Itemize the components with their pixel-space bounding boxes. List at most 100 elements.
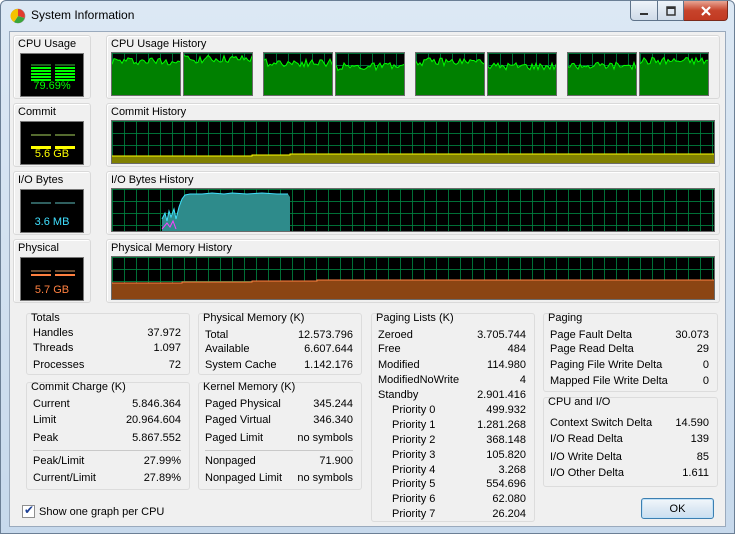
system-cache-value: 1.142.176 bbox=[304, 359, 353, 371]
physical-panel: Physical 5.7 GB bbox=[13, 239, 91, 303]
standby-label: Standby bbox=[378, 389, 419, 401]
minimize-icon bbox=[640, 12, 648, 15]
io-write-delta-label: I/O Write Delta bbox=[550, 451, 622, 463]
priority-2-label: Priority 2 bbox=[392, 434, 436, 446]
paging-row: Page Fault Delta 30.073 bbox=[544, 329, 717, 344]
cpu-meter-led bbox=[31, 67, 51, 69]
free-label: Free bbox=[378, 343, 401, 355]
cpu-usage-value: 79.69% bbox=[33, 80, 71, 92]
physical-meter: 5.7 GB bbox=[20, 257, 84, 301]
peak-limit-label: Peak/Limit bbox=[33, 455, 85, 467]
checkmark-icon: ✔ bbox=[24, 503, 35, 517]
nonpaged-label: Nonpaged bbox=[205, 455, 256, 467]
cpu-io-row: I/O Write Delta 85 bbox=[544, 451, 717, 466]
cpu-io-row: I/O Other Delta 1.611 bbox=[544, 467, 717, 482]
priority-1-value: 1.281.268 bbox=[477, 419, 526, 431]
commit-history-graph bbox=[111, 120, 715, 164]
paging-file-write-delta-value: 0 bbox=[702, 359, 709, 371]
current-limit-label: Current/Limit bbox=[33, 472, 96, 484]
priority-4-value: 3.268 bbox=[498, 464, 526, 476]
show-one-graph-per-cpu-checkbox[interactable]: ✔ bbox=[22, 503, 35, 518]
cpu-history-graph bbox=[415, 52, 485, 96]
cpu-meter-led bbox=[31, 73, 51, 75]
paging-title: Paging bbox=[548, 312, 583, 324]
context-switch-delta-label: Context Switch Delta bbox=[550, 417, 653, 429]
show-one-graph-per-cpu-label[interactable]: Show one graph per CPU bbox=[39, 506, 164, 518]
io-other-delta-label: I/O Other Delta bbox=[550, 467, 624, 479]
physical-memory-row: System Cache 1.142.176 bbox=[199, 359, 361, 374]
current-value: 5.846.364 bbox=[132, 398, 181, 410]
available-value: 6.607.644 bbox=[304, 343, 353, 355]
close-button[interactable] bbox=[684, 1, 728, 21]
commit-charge-separator bbox=[33, 450, 181, 451]
paging-lists-row: Modified 114.980 bbox=[372, 359, 534, 374]
priority-6-label: Priority 6 bbox=[392, 493, 436, 505]
totals-title: Totals bbox=[31, 312, 60, 324]
cpu-usage-label: CPU Usage bbox=[18, 38, 77, 50]
paging-lists-row: ModifiedNoWrite 4 bbox=[372, 374, 534, 389]
physical-memory-row: Available 6.607.644 bbox=[199, 343, 361, 358]
physical-value: 5.7 GB bbox=[34, 284, 70, 296]
maximize-button[interactable] bbox=[658, 1, 684, 21]
cpu-and-io-title: CPU and I/O bbox=[548, 396, 611, 408]
handles-label: Handles bbox=[33, 327, 74, 339]
cpu-io-row: I/O Read Delta 139 bbox=[544, 433, 717, 448]
nonpaged-limit-value: no symbols bbox=[297, 472, 353, 484]
cpu-meter-led bbox=[55, 73, 75, 75]
physical-memory-title: Physical Memory (K) bbox=[203, 312, 305, 324]
priority-1-label: Priority 1 bbox=[392, 419, 436, 431]
priority-5-value: 554.696 bbox=[486, 478, 526, 490]
zeroed-value: 3.705.744 bbox=[477, 329, 526, 341]
kernel-memory-row: Paged Limit no symbols bbox=[199, 432, 361, 447]
priority-2-value: 368.148 bbox=[486, 434, 526, 446]
totals-group: Totals Handles 37.972 Threads 1.097 Proces… bbox=[26, 312, 190, 375]
nonpaged-value: 71.900 bbox=[319, 455, 353, 467]
modified-no-write-label: ModifiedNoWrite bbox=[378, 374, 460, 386]
page-fault-delta-label: Page Fault Delta bbox=[550, 329, 632, 341]
totals-row: Processes 72 bbox=[27, 359, 189, 374]
cpu-kernel-time-line bbox=[336, 95, 405, 96]
io-read-delta-value: 139 bbox=[690, 433, 709, 445]
cpu-meter-led bbox=[55, 67, 75, 69]
paged-physical-label: Paged Physical bbox=[205, 398, 281, 410]
cpu-meter-led bbox=[31, 70, 51, 72]
commit-charge-row: Current/Limit 27.89% bbox=[27, 472, 189, 487]
paging-file-write-delta-label: Paging File Write Delta bbox=[550, 359, 663, 371]
physical-label: Physical bbox=[18, 242, 59, 254]
commit-charge-row: Peak/Limit 27.99% bbox=[27, 455, 189, 470]
commit-charge-row: Current 5.846.364 bbox=[27, 398, 189, 413]
cpu-history-graph bbox=[111, 52, 181, 96]
priority-7-label: Priority 7 bbox=[392, 508, 436, 520]
cpu-meter-led bbox=[31, 64, 51, 66]
kernel-memory-row: Nonpaged 71.900 bbox=[199, 455, 361, 470]
ok-button[interactable]: OK bbox=[641, 498, 714, 519]
priority-3-label: Priority 3 bbox=[392, 449, 436, 461]
minimize-button[interactable] bbox=[630, 1, 658, 21]
cpu-kernel-time-line bbox=[568, 95, 637, 96]
paged-virtual-label: Paged Virtual bbox=[205, 414, 271, 426]
title-bar[interactable]: System Information bbox=[1, 1, 734, 31]
priority-row: Priority 7 26.204 bbox=[372, 508, 534, 523]
commit-charge-group: Commit Charge (K) Current 5.846.364 Limit… bbox=[26, 381, 190, 490]
standby-value: 2.901.416 bbox=[477, 389, 526, 401]
system-information-window: System Information CPU Usage 79.69% CPU … bbox=[0, 0, 735, 534]
physical-memory-group: Physical Memory (K) Total 12.573.796 Avai… bbox=[198, 312, 362, 375]
free-value: 484 bbox=[507, 343, 526, 355]
kernel-memory-row: Paged Physical 345.244 bbox=[199, 398, 361, 413]
cpu-history-graph bbox=[567, 52, 637, 96]
paging-row: Page Read Delta 29 bbox=[544, 343, 717, 358]
processes-label: Processes bbox=[33, 359, 85, 371]
show-one-graph-per-cpu-option[interactable]: ✔ Show one graph per CPU bbox=[22, 503, 164, 519]
current-limit-value: 27.89% bbox=[143, 472, 181, 484]
cpu-usage-history-label: CPU Usage History bbox=[111, 38, 207, 50]
cpu-meter-led bbox=[31, 76, 51, 78]
cpu-history-graph bbox=[639, 52, 709, 96]
window-title: System Information bbox=[31, 8, 135, 22]
commit-panel: Commit 5.6 GB bbox=[13, 103, 91, 167]
io-other-delta-value: 1.611 bbox=[682, 467, 709, 479]
cpu-meter-led bbox=[55, 76, 75, 78]
modified-value: 114.980 bbox=[487, 359, 526, 371]
commit-charge-title: Commit Charge (K) bbox=[31, 381, 126, 393]
paged-limit-label: Paged Limit bbox=[205, 432, 264, 444]
kernel-memory-group: Kernel Memory (K) Paged Physical 345.244 … bbox=[198, 381, 362, 490]
